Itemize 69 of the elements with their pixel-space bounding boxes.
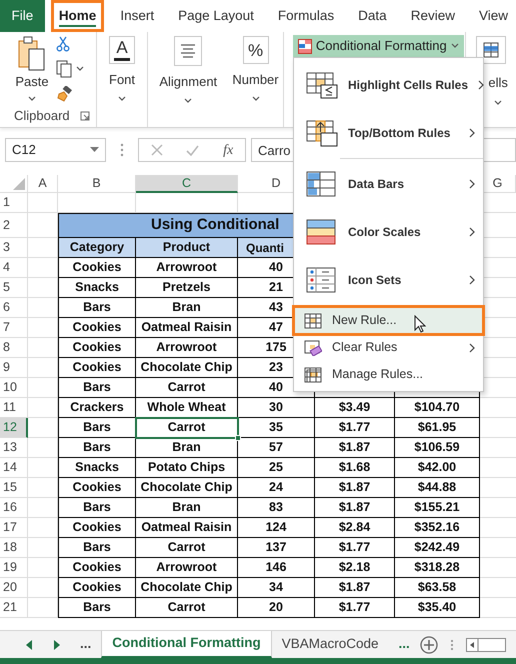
dropdown-icon[interactable] [90, 147, 99, 153]
paste-icon [18, 36, 46, 72]
table-cell: $1.77 [315, 598, 395, 618]
table-cell: Whole Wheat [136, 398, 238, 418]
row-header[interactable]: 12 [0, 418, 28, 438]
caret-icon [118, 96, 126, 102]
add-sheet-icon[interactable] [420, 636, 438, 654]
table-cell: Bars [58, 598, 136, 618]
fill-handle[interactable] [235, 435, 241, 441]
caret-icon [184, 98, 192, 104]
number-icon: % [242, 36, 268, 64]
align-center-icon [174, 36, 202, 66]
file-tab[interactable]: File [0, 0, 45, 32]
dialog-launcher-icon[interactable] [80, 111, 90, 121]
table-cell[interactable]: Carrot [136, 418, 238, 438]
mouse-pointer-icon [414, 315, 426, 333]
group-label: Clipboard [14, 107, 70, 126]
font-button[interactable]: A Font [109, 36, 136, 127]
data-bars-icon [306, 170, 338, 198]
ribbon-tab[interactable]: Home [50, 0, 104, 32]
previous-sheet-icon[interactable] [26, 640, 32, 650]
color-scales-icon [306, 218, 338, 246]
caret-icon [494, 100, 502, 106]
column-heading: Category [58, 238, 136, 258]
table-cell: 20 [238, 598, 315, 618]
ribbon-tab[interactable]: Data [350, 0, 395, 32]
table-cell: Carrot [136, 598, 238, 618]
format-painter-icon[interactable] [56, 86, 72, 102]
caret-icon[interactable] [76, 66, 84, 72]
ribbon-tab[interactable]: Review [402, 0, 463, 32]
cells-icon[interactable] [476, 36, 506, 64]
highlight-rules-icon [306, 72, 338, 98]
icon-sets-icon [306, 266, 338, 294]
menu-item[interactable]: Highlight Cells Rules [294, 61, 483, 109]
sheet-tab[interactable]: Conditional Formatting [101, 631, 272, 658]
ribbon-tab[interactable]: Page Layout [170, 0, 262, 32]
more-sheets-button[interactable]: ... [388, 631, 420, 658]
insert-function-button[interactable]: fx [223, 140, 234, 160]
ribbon-tab[interactable]: View [470, 0, 516, 32]
font-icon: A [109, 36, 136, 64]
number-button[interactable]: % Number [232, 36, 279, 127]
paste-button[interactable]: Paste [12, 36, 52, 106]
eraser-icon [304, 340, 322, 356]
next-sheet-icon[interactable] [54, 640, 60, 650]
column-heading: Product [136, 238, 238, 258]
cut-icon[interactable] [56, 36, 70, 52]
table-cell: $35.40 [395, 598, 480, 618]
sheet-tab[interactable]: VBAMacroCode [272, 631, 389, 658]
group-label: ells [488, 74, 508, 92]
column-header[interactable]: C [136, 175, 238, 193]
copy-icon[interactable] [56, 60, 72, 78]
new-rule-icon [304, 312, 322, 328]
ribbon-tab[interactable]: Formulas [270, 0, 342, 32]
manage-rules-icon [304, 366, 322, 382]
caret-icon [450, 43, 459, 49]
menu-item[interactable]: Top/Bottom Rules [294, 109, 483, 157]
alignment-button[interactable]: Alignment [159, 36, 218, 127]
horizontal-scrollbar[interactable] [466, 638, 506, 652]
ribbon-tab[interactable]: Insert [112, 0, 162, 32]
more-icon[interactable] [450, 638, 454, 650]
more-icon[interactable] [120, 143, 124, 157]
caret-icon [28, 96, 36, 102]
menu-item[interactable]: New Rule... [294, 307, 483, 334]
conditional-formatting-icon [298, 38, 312, 54]
top-bottom-rules-icon [306, 120, 338, 146]
name-box[interactable]: C12 [5, 138, 106, 162]
more-sheets-button[interactable]: ... [70, 631, 102, 658]
conditional-formatting-button[interactable]: Conditional Formatting [292, 35, 464, 57]
caret-icon [252, 96, 260, 102]
